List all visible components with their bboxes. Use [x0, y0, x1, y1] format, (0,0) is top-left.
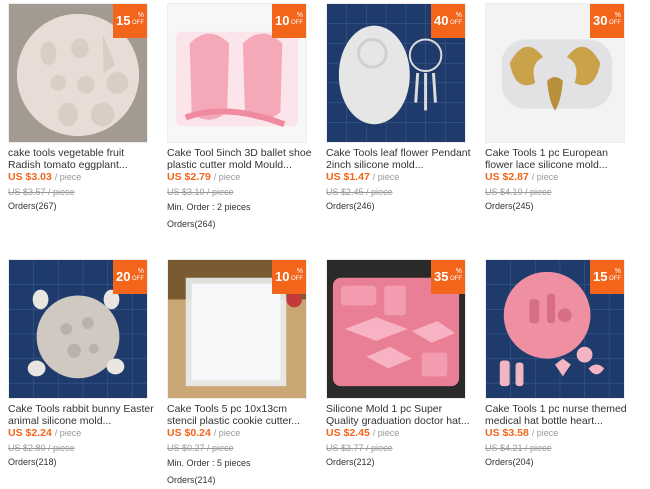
orders-count: Orders(246) — [326, 201, 375, 211]
price-value: US $2.24 — [8, 427, 52, 439]
original-price: US $3.77 / piece — [326, 443, 393, 453]
orders-count: Orders(212) — [326, 457, 375, 467]
off-label: OFF — [609, 20, 621, 26]
product-title[interactable]: Cake Tools 5 pc 10x13cm stencil plastic … — [167, 403, 317, 427]
off-label: OFF — [291, 20, 303, 26]
product-card[interactable]: 40 % OFF Cake Tools leaf flower Pendant … — [326, 3, 476, 212]
product-image[interactable]: 40 % OFF — [326, 3, 466, 143]
orders-count: Orders(264) — [167, 219, 216, 229]
orders-count: Orders(214) — [167, 475, 216, 485]
price-value: US $3.03 — [8, 171, 52, 183]
off-label: OFF — [291, 276, 303, 282]
discount-value: 30 — [593, 13, 608, 28]
original-price: US $4.10 / piece — [485, 187, 552, 197]
percent-sign: % — [455, 268, 462, 275]
product-price: US $1.47 / piece — [326, 171, 476, 184]
percent-sign: % — [614, 12, 621, 19]
product-price: US $2.87 / piece — [485, 171, 635, 184]
discount-badge: 10 % OFF — [272, 4, 306, 38]
price-value: US $3.58 — [485, 427, 529, 439]
price-value: US $2.45 — [326, 427, 370, 439]
discount-value: 10 — [275, 13, 290, 28]
discount-badge: 15 % OFF — [590, 260, 624, 294]
discount-value: 40 — [434, 13, 449, 28]
price-unit: / piece — [213, 428, 241, 438]
discount-badge: 20 % OFF — [113, 260, 147, 294]
discount-value: 35 — [434, 269, 449, 284]
min-order: Min. Order : 5 pieces — [167, 458, 251, 468]
product-image[interactable]: 35 % OFF — [326, 259, 466, 399]
price-unit: / piece — [372, 172, 400, 182]
off-label: OFF — [609, 276, 621, 282]
product-card[interactable]: 35 % OFF Silicone Mold 1 pc Super Qualit… — [326, 259, 476, 468]
price-value: US $0.24 — [167, 427, 211, 439]
percent-sign: % — [137, 268, 144, 275]
original-price: US $2.80 / piece — [8, 443, 75, 453]
product-card[interactable]: 15 % OFF cake tools vegetable fruit Radi… — [8, 3, 158, 212]
product-image[interactable]: 20 % OFF — [8, 259, 148, 399]
product-card[interactable]: 10 % OFF Cake Tools 5 pc 10x13cm stencil… — [167, 259, 317, 486]
price-unit: / piece — [213, 172, 241, 182]
product-image[interactable]: 10 % OFF — [167, 3, 307, 143]
original-price: US $3.57 / piece — [8, 187, 75, 197]
product-title[interactable]: Cake Tools rabbit bunny Easter animal si… — [8, 403, 158, 427]
price-unit: / piece — [531, 428, 559, 438]
price-value: US $2.87 — [485, 171, 529, 183]
price-unit: / piece — [372, 428, 400, 438]
off-label: OFF — [450, 276, 462, 282]
original-price: US $4.21 / piece — [485, 443, 552, 453]
product-price: US $2.79 / piece — [167, 171, 317, 184]
price-unit: / piece — [531, 172, 559, 182]
product-price: US $2.24 / piece — [8, 427, 158, 440]
discount-badge: 40 % OFF — [431, 4, 465, 38]
off-label: OFF — [132, 276, 144, 282]
product-card[interactable]: 15 % OFF Cake Tools 1 pc nurse themed me… — [485, 259, 635, 468]
product-title[interactable]: Cake Tool 5inch 3D ballet shoe plastic c… — [167, 147, 317, 171]
product-price: US $3.03 / piece — [8, 171, 158, 184]
discount-badge: 15 % OFF — [113, 4, 147, 38]
discount-badge: 30 % OFF — [590, 4, 624, 38]
product-title[interactable]: Silicone Mold 1 pc Super Quality graduat… — [326, 403, 476, 427]
discount-value: 10 — [275, 269, 290, 284]
product-card[interactable]: 20 % OFF Cake Tools rabbit bunny Easter … — [8, 259, 158, 468]
price-value: US $1.47 — [326, 171, 370, 183]
percent-sign: % — [296, 12, 303, 19]
original-price: US $2.45 / piece — [326, 187, 393, 197]
product-image[interactable]: 15 % OFF — [485, 259, 625, 399]
orders-count: Orders(267) — [8, 201, 57, 211]
product-image[interactable]: 15 % OFF — [8, 3, 148, 143]
orders-count: Orders(204) — [485, 457, 534, 467]
discount-badge: 35 % OFF — [431, 260, 465, 294]
product-title[interactable]: cake tools vegetable fruit Radish tomato… — [8, 147, 158, 171]
original-price: US $3.10 / piece — [167, 187, 234, 197]
product-card[interactable]: 30 % OFF Cake Tools 1 pc European flower… — [485, 3, 635, 212]
orders-count: Orders(218) — [8, 457, 57, 467]
product-title[interactable]: Cake Tools 1 pc European flower lace sil… — [485, 147, 635, 171]
product-price: US $0.24 / piece — [167, 427, 317, 440]
product-image[interactable]: 10 % OFF — [167, 259, 307, 399]
discount-value: 15 — [116, 13, 131, 28]
discount-value: 15 — [593, 269, 608, 284]
price-unit: / piece — [54, 428, 82, 438]
original-price: US $0.27 / piece — [167, 443, 234, 453]
off-label: OFF — [450, 20, 462, 26]
product-image[interactable]: 30 % OFF — [485, 3, 625, 143]
product-price: US $3.58 / piece — [485, 427, 635, 440]
percent-sign: % — [455, 12, 462, 19]
product-card[interactable]: 10 % OFF Cake Tool 5inch 3D ballet shoe … — [167, 3, 317, 230]
off-label: OFF — [132, 20, 144, 26]
price-unit: / piece — [54, 172, 82, 182]
discount-badge: 10 % OFF — [272, 260, 306, 294]
percent-sign: % — [614, 268, 621, 275]
product-price: US $2.45 / piece — [326, 427, 476, 440]
percent-sign: % — [137, 12, 144, 19]
discount-value: 20 — [116, 269, 131, 284]
min-order: Min. Order : 2 pieces — [167, 202, 251, 212]
product-title[interactable]: Cake Tools leaf flower Pendant 2inch sil… — [326, 147, 476, 171]
orders-count: Orders(245) — [485, 201, 534, 211]
percent-sign: % — [296, 268, 303, 275]
price-value: US $2.79 — [167, 171, 211, 183]
product-title[interactable]: Cake Tools 1 pc nurse themed medical hat… — [485, 403, 635, 427]
